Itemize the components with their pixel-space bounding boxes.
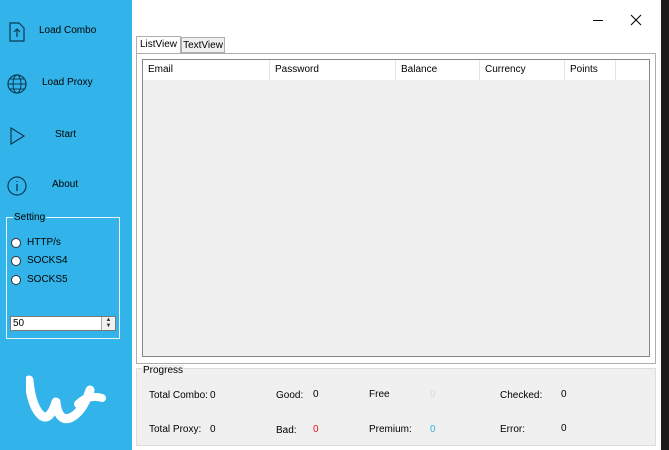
- good-label: Good:: [276, 390, 304, 401]
- free-label: Free: [369, 389, 390, 400]
- close-icon: [630, 14, 642, 26]
- radio-https-label: HTTP/s: [27, 237, 61, 248]
- main-window: ListView TextView Email Password Balance…: [132, 0, 661, 450]
- tab-listview[interactable]: ListView: [136, 36, 181, 53]
- setting-group: Setting HTTP/s SOCKS4 SOCKS5 ▲ ▼: [6, 212, 120, 339]
- bad-value: 0: [313, 424, 319, 435]
- setting-title: Setting: [13, 212, 47, 223]
- radio-circle[interactable]: [11, 275, 21, 285]
- free-value: 0: [430, 389, 436, 400]
- globe-icon: [7, 74, 27, 94]
- checked-value: 0: [561, 389, 567, 400]
- minimize-button[interactable]: [588, 10, 608, 30]
- column-email[interactable]: Email: [143, 60, 270, 80]
- wish-logo: [26, 375, 106, 424]
- stepper-down-icon[interactable]: ▼: [102, 323, 115, 329]
- listview-tab-panel: Email Password Balance Currency Points: [136, 53, 656, 364]
- radio-socks4-label: SOCKS4: [27, 255, 68, 266]
- total-combo-label: Total Combo:: [149, 390, 208, 401]
- load-combo-button[interactable]: Load Combo: [0, 12, 132, 52]
- checked-label: Checked:: [500, 390, 543, 401]
- radio-circle[interactable]: [11, 256, 21, 266]
- results-listview[interactable]: Email Password Balance Currency Points: [142, 59, 650, 357]
- about-label: About: [52, 179, 79, 190]
- listview-header: Email Password Balance Currency Points: [143, 60, 649, 80]
- play-icon: [10, 126, 26, 146]
- start-button[interactable]: Start: [0, 116, 132, 156]
- load-proxy-label: Load Proxy: [42, 77, 93, 88]
- threads-stepper[interactable]: ▲ ▼: [10, 316, 116, 331]
- column-points[interactable]: Points: [565, 60, 616, 80]
- radio-socks5-label: SOCKS5: [27, 274, 68, 285]
- threads-input[interactable]: [13, 317, 101, 330]
- about-button[interactable]: About: [0, 166, 132, 206]
- column-balance[interactable]: Balance: [396, 60, 480, 80]
- premium-label: Premium:: [369, 424, 412, 435]
- info-icon: [7, 176, 27, 196]
- sidebar: Load Combo Load Proxy Start About Settin…: [0, 0, 132, 450]
- radio-circle[interactable]: [11, 238, 21, 248]
- background-strip: [661, 0, 669, 450]
- good-value: 0: [313, 389, 319, 400]
- load-proxy-button[interactable]: Load Proxy: [0, 64, 132, 104]
- stepper-arrows[interactable]: ▲ ▼: [101, 317, 115, 330]
- error-label: Error:: [500, 424, 525, 435]
- minimize-icon: [593, 20, 603, 21]
- bad-label: Bad:: [276, 425, 297, 436]
- premium-value: 0: [430, 424, 436, 435]
- error-value: 0: [561, 423, 567, 434]
- progress-title: Progress: [142, 365, 185, 376]
- total-proxy-label: Total Proxy:: [149, 424, 202, 435]
- total-proxy-value: 0: [210, 424, 216, 435]
- start-label: Start: [55, 129, 77, 140]
- upload-file-icon: [9, 22, 25, 42]
- column-currency[interactable]: Currency: [480, 60, 565, 80]
- close-button[interactable]: [626, 10, 646, 30]
- total-combo-value: 0: [210, 390, 216, 401]
- tab-textview[interactable]: TextView: [181, 37, 225, 53]
- load-combo-label: Load Combo: [39, 25, 97, 36]
- progress-group: Progress Total Combo: 0 Good: 0 Free 0 C…: [136, 365, 656, 446]
- column-password[interactable]: Password: [270, 60, 396, 80]
